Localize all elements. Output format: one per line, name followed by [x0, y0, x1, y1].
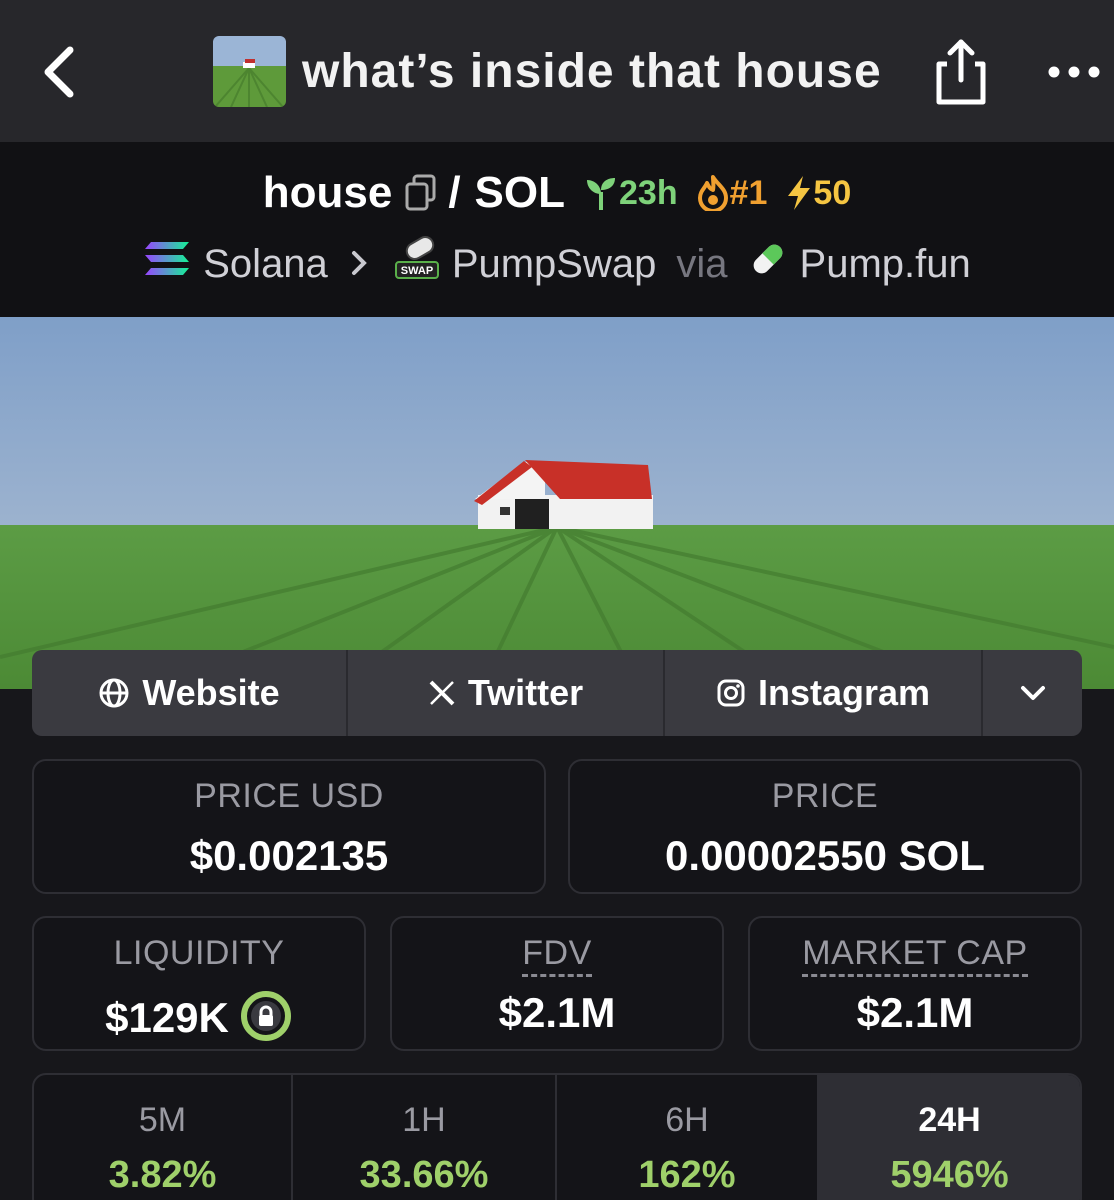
more-links-chevron-down-icon[interactable]: [983, 650, 1082, 736]
solana-icon: [143, 240, 191, 288]
pair-age-badge: 23h: [583, 174, 678, 213]
market-cap-card: MARKET CAP $2.1M: [748, 916, 1082, 1051]
timeframe-label: 6H: [665, 1101, 709, 1139]
fdv-card: FDV $2.1M: [390, 916, 724, 1051]
dex-name[interactable]: PumpSwap: [452, 242, 657, 287]
twitter-label: Twitter: [467, 672, 584, 713]
timeframe-label: 1H: [402, 1101, 446, 1139]
price-native-card: PRICE 0.00002550 SOL: [568, 759, 1082, 894]
timeframe-5m[interactable]: 5M 3.82%: [34, 1075, 293, 1200]
market-cap-label[interactable]: MARKET CAP: [802, 934, 1028, 977]
timeframe-6h[interactable]: 6H 162%: [557, 1075, 819, 1200]
timeframe-label: 24H: [918, 1101, 981, 1139]
fdv-value: $2.1M: [498, 989, 616, 1036]
chain-breadcrumb: Solana SWAP PumpSwap via Pump.fun: [0, 236, 1114, 292]
timeframe-change: 162%: [638, 1154, 736, 1196]
timeframe-1h[interactable]: 1H 33.66%: [293, 1075, 557, 1200]
price-native-value: 0.00002550 SOL: [665, 832, 985, 879]
trending-rank-badge: #1: [696, 173, 768, 213]
timeframe-change: 3.82%: [108, 1154, 217, 1196]
timeframe-change: 5946%: [890, 1154, 1009, 1196]
pair-age: 23h: [619, 173, 678, 212]
instagram-icon: [716, 678, 746, 708]
lightning-icon: [788, 176, 811, 210]
instagram-link-button[interactable]: Instagram: [665, 650, 983, 736]
timeframe-24h[interactable]: 24H 5946%: [819, 1075, 1080, 1200]
chain-name[interactable]: Solana: [203, 242, 328, 287]
boost-badge: 50: [785, 174, 851, 213]
globe-icon: [98, 677, 130, 709]
price-change-timeframes: 5M 3.82% 1H 33.66% 6H 162% 24H 5946%: [32, 1073, 1082, 1200]
timeframe-label: 5M: [138, 1101, 187, 1139]
back-chevron-icon[interactable]: [36, 42, 86, 102]
quote-symbol: SOL: [474, 168, 565, 217]
price-label: PRICE: [771, 777, 879, 815]
x-logo-icon: [428, 679, 456, 707]
pumpswap-icon: SWAP: [394, 236, 440, 292]
liquidity-locked-lock-icon[interactable]: [239, 989, 293, 1053]
price-usd-card: PRICE USD $0.002135: [32, 759, 546, 894]
more-options-icon[interactable]: [1046, 58, 1102, 86]
share-icon[interactable]: [933, 36, 989, 108]
instagram-label: Instagram: [757, 672, 931, 713]
social-links-bar: Website Twitter Instagram: [32, 650, 1082, 736]
swap-badge-text: SWAP: [401, 265, 433, 277]
token-thumbnail: [213, 36, 286, 107]
market-cap-value: $2.1M: [856, 989, 974, 1036]
trending-rank: #1: [729, 173, 768, 212]
copy-icon[interactable]: [404, 174, 438, 212]
liquidity-card: LIQUIDITY $129K: [32, 916, 366, 1051]
page-title: what’s inside that house: [302, 45, 882, 98]
pill-icon: [748, 239, 788, 289]
via-label: via: [676, 241, 728, 286]
price-usd-value: $0.002135: [189, 832, 389, 879]
timeframe-change: 33.66%: [359, 1154, 489, 1196]
flame-icon: [697, 175, 728, 211]
launchpad-name[interactable]: Pump.fun: [800, 242, 971, 287]
website-label: Website: [142, 672, 280, 713]
token-banner-image: [0, 317, 1114, 689]
liquidity-value: $129K: [105, 994, 229, 1042]
pair-line: house / SOL 23h #1 50: [262, 168, 852, 217]
website-link-button[interactable]: Website: [32, 650, 348, 736]
liquidity-label: LIQUIDITY: [113, 934, 285, 972]
chevron-right-icon: [350, 242, 368, 287]
seedling-icon: [587, 178, 615, 210]
price-usd-label: PRICE USD: [194, 777, 384, 815]
boost-count: 50: [813, 173, 852, 212]
twitter-link-button[interactable]: Twitter: [348, 650, 665, 736]
top-nav-bar: what’s inside that house: [0, 0, 1114, 142]
fdv-label[interactable]: FDV: [522, 934, 592, 977]
base-symbol: house: [262, 168, 393, 217]
